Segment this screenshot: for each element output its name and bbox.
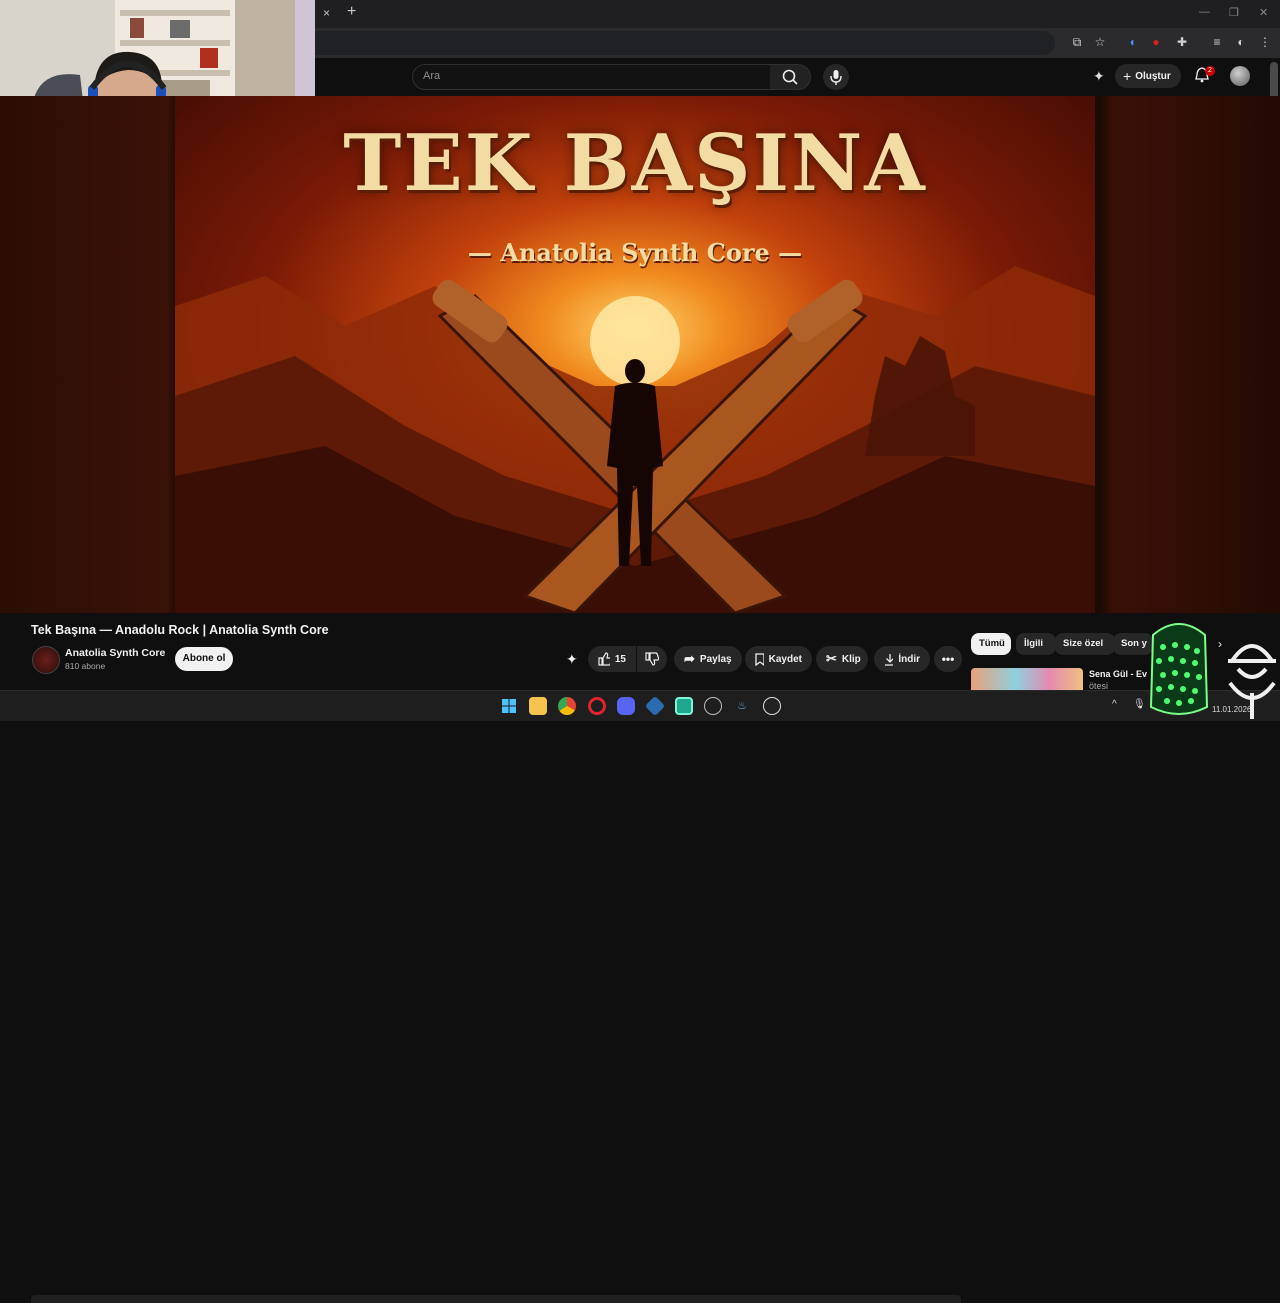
scissors-icon: ✂ [826, 651, 837, 666]
voice-search-button[interactable] [823, 64, 849, 90]
download-button[interactable]: İndir [874, 646, 930, 672]
profile-icon[interactable]: ◐ [1234, 35, 1248, 49]
video-thumbnail-artwork[interactable]: TEK BAŞINA — Anatolia Synth Core — [175, 96, 1095, 613]
ask-sparkle-icon[interactable]: ✦ [1093, 68, 1105, 85]
extension-audio-icon[interactable]: ◖ [1125, 35, 1139, 49]
install-app-icon[interactable]: ⧉ [1070, 35, 1084, 49]
share-icon: ➦ [684, 651, 695, 666]
tray-microphone-icon[interactable]: 🎙 [1133, 699, 1146, 710]
browser-menu-icon[interactable]: ⋮ [1258, 35, 1272, 49]
save-button[interactable]: Kaydet [745, 646, 812, 672]
subscribe-button[interactable]: Abone ol [175, 647, 233, 671]
browser-tab-bar: × + — ❐ ✕ [315, 0, 1280, 28]
subscriber-count: 810 abone [65, 661, 106, 671]
minimize-button[interactable]: — [1199, 6, 1210, 18]
youtube-header: Ara ✦ + Oluştur 2 [315, 58, 1280, 96]
game-launcher-icon[interactable] [704, 697, 722, 715]
more-actions-button[interactable]: ••• [934, 646, 962, 672]
chip-all[interactable]: Tümü [971, 633, 1011, 655]
account-avatar[interactable] [1230, 66, 1250, 86]
like-button[interactable]: 15 [588, 646, 636, 672]
more-dots-icon: ••• [941, 652, 955, 666]
thumbs-up-icon [598, 652, 610, 666]
create-label: Oluştur [1135, 70, 1171, 82]
search-placeholder: Ara [423, 70, 441, 82]
chip-related[interactable]: İlgili [1016, 633, 1056, 655]
start-menu-icon[interactable] [500, 697, 518, 715]
chrome-icon[interactable] [558, 697, 576, 715]
app-diamond-icon[interactable] [644, 695, 666, 717]
recommended-video-title[interactable]: Sena Gül - Ev [1089, 669, 1149, 679]
media-controls-icon[interactable]: ≡ [1210, 35, 1224, 49]
opera-icon[interactable] [588, 697, 606, 715]
windows-taskbar: ♨ ^ 🎙 11.01.2026 [0, 690, 1280, 721]
robot-mascot-overlay [1228, 644, 1276, 719]
recommended-video-thumbnail[interactable] [971, 668, 1083, 690]
clip-label: Klip [841, 653, 861, 665]
search-button[interactable] [770, 64, 811, 90]
clip-button[interactable]: ✂ Klip [816, 646, 868, 672]
ask-sparkle-icon[interactable]: ✦ [566, 651, 578, 668]
description-box[interactable] [31, 1295, 961, 1303]
new-tab-button[interactable]: + [347, 3, 356, 21]
app-g-icon[interactable] [763, 697, 781, 715]
browser-toolbar: ⧉ ☆ ◖ ● ✚ ≡ ◐ ⋮ [315, 28, 1280, 58]
search-icon [782, 69, 798, 85]
create-button[interactable]: + Oluştur [1115, 64, 1181, 88]
maximize-button[interactable]: ❐ [1229, 6, 1239, 19]
extensions-puzzle-icon[interactable]: ✚ [1175, 35, 1189, 49]
dislike-button[interactable] [637, 646, 667, 672]
download-icon [885, 653, 894, 666]
save-label: Kaydet [768, 653, 802, 665]
channel-name[interactable]: Anatolia Synth Core [65, 647, 165, 659]
chevron-right-icon[interactable]: › [1218, 637, 1222, 651]
file-explorer-icon[interactable] [529, 697, 547, 715]
tray-expand-icon[interactable]: ^ [1112, 699, 1117, 710]
green-jar-overlay [1149, 623, 1209, 715]
artwork-subtitle: — Anatolia Synth Core — [467, 238, 803, 267]
streaming-app-icon[interactable] [675, 697, 693, 715]
like-count: 15 [614, 653, 626, 665]
channel-avatar[interactable] [32, 646, 60, 674]
bookmark-icon [755, 652, 764, 666]
search-input[interactable]: Ara [412, 64, 772, 90]
close-window-button[interactable]: ✕ [1259, 6, 1268, 19]
steam-icon[interactable]: ♨ [733, 697, 751, 715]
share-button[interactable]: ➦ Paylaş [674, 646, 742, 672]
tab-close-button[interactable]: × [323, 6, 330, 20]
microphone-icon [830, 70, 842, 85]
discord-icon[interactable] [617, 697, 635, 715]
plus-icon: + [1123, 68, 1132, 84]
address-bar[interactable] [315, 31, 1055, 55]
video-info-section: Tek Başına — Anadolu Rock | Anatolia Syn… [0, 613, 1280, 1303]
chip-for-you[interactable]: Size özel [1055, 633, 1115, 655]
download-label: İndir [898, 653, 920, 665]
extension-red-icon[interactable]: ● [1149, 35, 1163, 49]
thumbs-down-icon [645, 652, 659, 666]
notification-count-badge: 2 [1205, 66, 1215, 76]
bookmark-star-icon[interactable]: ☆ [1093, 35, 1107, 49]
artwork-title: TEK BAŞINA [343, 118, 927, 209]
share-label: Paylaş [699, 653, 732, 665]
video-title: Tek Başına — Anadolu Rock | Anatolia Syn… [31, 623, 329, 637]
